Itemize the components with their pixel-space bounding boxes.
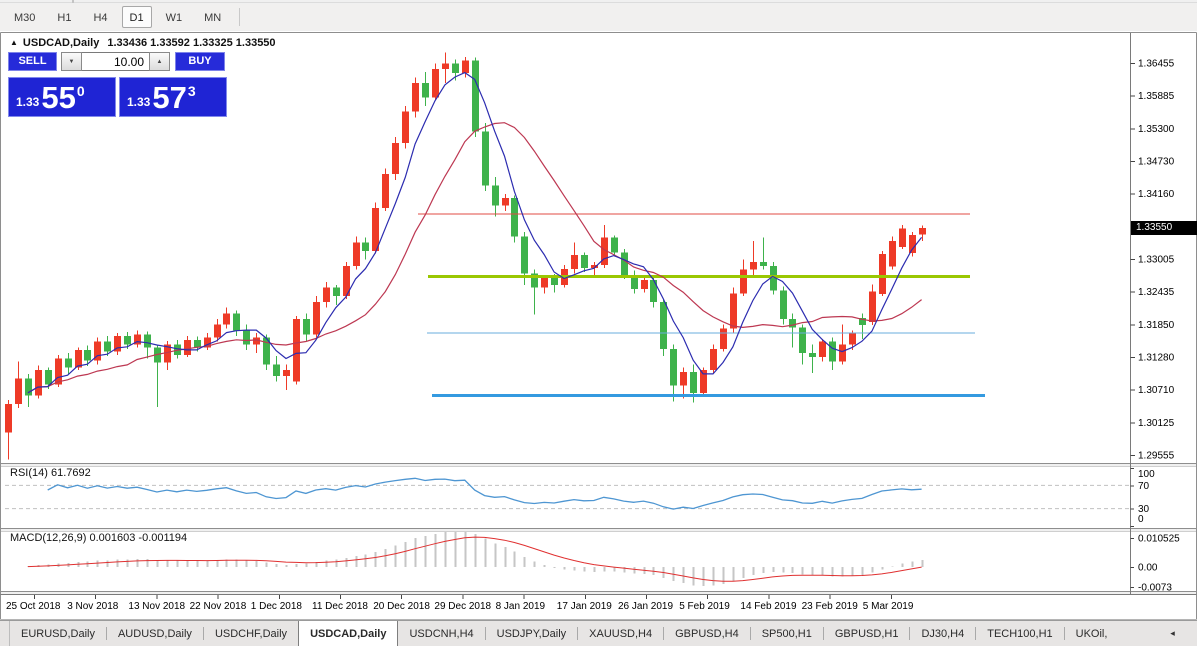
tab-usdjpy-daily[interactable]: USDJPY,Daily (486, 622, 578, 646)
svg-text:23 Feb 2019: 23 Feb 2019 (802, 601, 859, 612)
timeframe-button-h1[interactable]: H1 (49, 6, 79, 28)
tab-usdchf-daily[interactable]: USDCHF,Daily (204, 622, 298, 646)
svg-text:1.32435: 1.32435 (1138, 287, 1175, 298)
buy-price-prefix: 1.33 (127, 95, 150, 109)
chart-title: ▲ USDCAD,Daily 1.33436 1.33592 1.33325 1.3… (10, 37, 276, 49)
tab-xauusd-h4[interactable]: XAUUSD,H4 (578, 622, 663, 646)
svg-text:22 Nov 2018: 22 Nov 2018 (190, 601, 247, 612)
chart-symbol-label: USDCAD,Daily (23, 37, 99, 49)
timeframe-toolbar: M30 H1 H4 D1 W1 MN (0, 4, 1197, 30)
svg-text:26 Jan 2019: 26 Jan 2019 (618, 601, 673, 612)
buy-price-big: 57 (152, 83, 186, 113)
svg-text:1.34160: 1.34160 (1138, 189, 1175, 200)
timeframe-button-d1[interactable]: D1 (122, 6, 152, 28)
macd-indicator-label: MACD(12,26,9) 0.001603 -0.001194 (10, 532, 187, 544)
timeframe-button-h4[interactable]: H4 (85, 6, 115, 28)
toolbar-divider (72, 0, 74, 3)
chart-ohlc-values: 1.33436 1.33592 1.33325 1.33550 (107, 37, 275, 49)
svg-text:0.00: 0.00 (1138, 563, 1158, 574)
svg-text:0: 0 (1138, 514, 1144, 525)
buy-price-panel[interactable]: 1.33 57 3 (119, 77, 227, 117)
volume-input[interactable]: 10.00 (82, 52, 149, 71)
sell-price-prefix: 1.33 (16, 95, 39, 109)
sell-button[interactable]: SELL (8, 52, 57, 71)
symbol-tab-bar: EURUSD,Daily AUDUSD,Daily USDCHF,Daily U… (0, 620, 1197, 646)
svg-text:25 Oct 2018: 25 Oct 2018 (6, 601, 61, 612)
tab-usdcad-daily[interactable]: USDCAD,Daily (298, 620, 398, 646)
tab-ukoil[interactable]: UKOil, (1065, 622, 1119, 646)
rsi-value: 61.7692 (51, 467, 91, 479)
volume-decrease-icon[interactable]: ▼ (61, 52, 82, 71)
toolbar-separator (239, 8, 240, 26)
svg-text:1.36455: 1.36455 (1138, 59, 1175, 70)
svg-text:0.010525: 0.010525 (1138, 533, 1180, 544)
buy-price-pip: 3 (188, 83, 196, 99)
tab-scroll-right-icon[interactable] (1180, 624, 1195, 642)
rsi-panel-layer (5, 478, 1130, 509)
collapse-icon[interactable]: ▲ (10, 38, 18, 47)
macd-values: 0.001603 -0.001194 (89, 532, 187, 544)
tab-usdcnh-h4[interactable]: USDCNH,H4 (398, 622, 484, 646)
svg-text:11 Dec 2018: 11 Dec 2018 (312, 601, 368, 612)
svg-text:1.30710: 1.30710 (1138, 385, 1175, 396)
svg-text:1.33005: 1.33005 (1138, 255, 1175, 266)
tab-scroll-left-icon[interactable]: ◂ (1165, 624, 1180, 642)
svg-text:17 Jan 2019: 17 Jan 2019 (557, 601, 612, 612)
tab-dj30-h4[interactable]: DJ30,H4 (910, 622, 975, 646)
volume-increase-icon[interactable]: ▲ (149, 52, 170, 71)
tab-eurusd-daily[interactable]: EURUSD,Daily (10, 622, 106, 646)
svg-text:20 Dec 2018: 20 Dec 2018 (373, 601, 430, 612)
tab-scroll-buttons: ◂ (1165, 624, 1195, 642)
svg-text:100: 100 (1138, 469, 1155, 480)
tab-gbpusd-h1[interactable]: GBPUSD,H1 (824, 622, 910, 646)
svg-text:14 Feb 2019: 14 Feb 2019 (740, 601, 797, 612)
one-click-trading-panel: SELL ▼ 10.00 ▲ BUY 1.33 55 0 1.33 57 3 (8, 52, 230, 118)
tab-sp500-h1[interactable]: SP500,H1 (751, 622, 823, 646)
current-price-badge: 1.33550 (1131, 221, 1197, 235)
timeframe-button-w1[interactable]: W1 (158, 6, 191, 28)
timeframe-button-mn[interactable]: MN (196, 6, 229, 28)
rsi-indicator-label: RSI(14) 61.7692 (10, 467, 91, 479)
timeframe-button-m30[interactable]: M30 (6, 6, 43, 28)
svg-text:5 Feb 2019: 5 Feb 2019 (679, 601, 730, 612)
svg-text:29 Dec 2018: 29 Dec 2018 (434, 601, 491, 612)
sell-price-big: 55 (41, 83, 75, 113)
sell-price-panel[interactable]: 1.33 55 0 (8, 77, 116, 117)
svg-text:5 Mar 2019: 5 Mar 2019 (863, 601, 914, 612)
svg-text:1.30125: 1.30125 (1138, 418, 1175, 429)
sell-price-pip: 0 (77, 83, 85, 99)
svg-text:1.35300: 1.35300 (1138, 124, 1175, 135)
svg-text:1 Dec 2018: 1 Dec 2018 (251, 601, 303, 612)
tab-tech100-h1[interactable]: TECH100,H1 (976, 622, 1063, 646)
upper-toolbar-sliver (0, 0, 1197, 3)
svg-text:1.34730: 1.34730 (1138, 157, 1175, 168)
svg-text:70: 70 (1138, 481, 1150, 492)
chart-window: 1.364551.358851.353001.347301.341601.330… (0, 31, 1197, 620)
buy-button[interactable]: BUY (175, 52, 225, 71)
svg-text:8 Jan 2019: 8 Jan 2019 (496, 601, 546, 612)
tabbar-edge (0, 621, 10, 646)
svg-text:1.29555: 1.29555 (1138, 451, 1175, 462)
svg-text:1.35885: 1.35885 (1138, 91, 1175, 102)
svg-text:1.31280: 1.31280 (1138, 353, 1175, 364)
svg-text:13 Nov 2018: 13 Nov 2018 (128, 601, 185, 612)
svg-text:-0.0073: -0.0073 (1138, 583, 1172, 594)
tab-audusd-daily[interactable]: AUDUSD,Daily (107, 622, 203, 646)
svg-text:3 Nov 2018: 3 Nov 2018 (67, 601, 119, 612)
tab-gbpusd-h4[interactable]: GBPUSD,H4 (664, 622, 750, 646)
svg-text:1.31850: 1.31850 (1138, 320, 1175, 331)
